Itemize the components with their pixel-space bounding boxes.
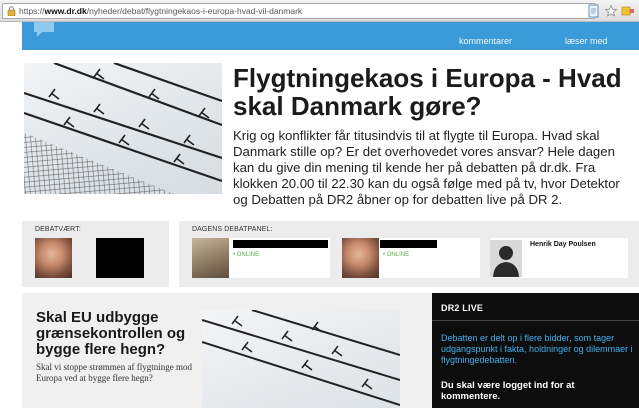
barbed-wire-photo: [24, 63, 222, 194]
host-label: DEBATVÆRT:: [35, 226, 81, 233]
login-notice: Du skal være logget ind for at kommenter…: [441, 380, 575, 402]
host-avatar[interactable]: [35, 238, 72, 278]
readers-count-label: læser med: [565, 36, 608, 46]
panelist-name-redacted: [380, 240, 437, 248]
live-title: DR2 LIVE: [441, 303, 484, 313]
article-title[interactable]: Skal EU udbygge grænsekontrollen og bygg…: [36, 310, 196, 358]
url-host: www.dr.dk: [44, 6, 87, 16]
speech-bubble-icon: [34, 22, 54, 37]
online-status: • ONLINE: [383, 252, 410, 258]
barbed-wire-illustration: [202, 310, 400, 406]
hero-section: Flygtningekaos i Europa - Hvad skal Danm…: [22, 50, 639, 215]
page-icon[interactable]: [587, 4, 601, 18]
browser-tools: [587, 3, 635, 19]
dr2-live-box: DR2 LIVE Debatten er delt op i flere bid…: [432, 293, 639, 408]
panelist-avatar: [192, 238, 229, 278]
star-icon[interactable]: [604, 4, 618, 18]
panelist-name: Henrik Day Poulsen: [530, 241, 596, 248]
panelist-card[interactable]: • ONLINE: [342, 238, 480, 278]
page-title: Flygtningekaos i Europa - Hvad skal Danm…: [233, 63, 622, 121]
url-prefix: https://: [19, 6, 45, 16]
debate-panel: DAGENS DEBATPANEL: • ONLINE • ONLINE Hen…: [179, 221, 639, 287]
comments-count-label: kommentarer: [459, 36, 513, 46]
article-teaser-text: Skal vi stoppe strømmen af flygtninge mo…: [36, 362, 192, 383]
host-name-redacted: [96, 238, 144, 278]
live-description: Debatten er delt op i flere bidder, som …: [441, 333, 633, 365]
divider: [432, 320, 639, 321]
panelist-card[interactable]: • ONLINE: [192, 238, 330, 278]
host-panel: DEBATVÆRT:: [22, 221, 169, 287]
address-bar[interactable]: https://www.dr.dk/nyheder/debat/flygtnin…: [2, 3, 596, 19]
debate-stats-strip: kommentarer læser med: [22, 22, 639, 50]
extension-icon[interactable]: [621, 4, 635, 18]
browser-toolbar: https://www.dr.dk/nyheder/debat/flygtnin…: [0, 0, 639, 22]
debate-panel-label: DAGENS DEBATPANEL:: [192, 226, 273, 233]
article-photo[interactable]: [202, 310, 400, 408]
url-path: /nyheder/debat/flygtningekaos-i-europa-h…: [86, 6, 303, 16]
lock-icon: [7, 6, 16, 16]
online-status: • ONLINE: [233, 252, 260, 258]
barbed-wire-illustration: [24, 63, 222, 194]
person-silhouette-icon: [490, 240, 522, 277]
panelist-name-redacted: [233, 240, 328, 248]
panelist-avatar: [342, 238, 379, 278]
hero-intro: Krig og konflikter får titusindvis til a…: [233, 128, 620, 207]
panelist-card[interactable]: Henrik Day Poulsen: [490, 238, 628, 278]
